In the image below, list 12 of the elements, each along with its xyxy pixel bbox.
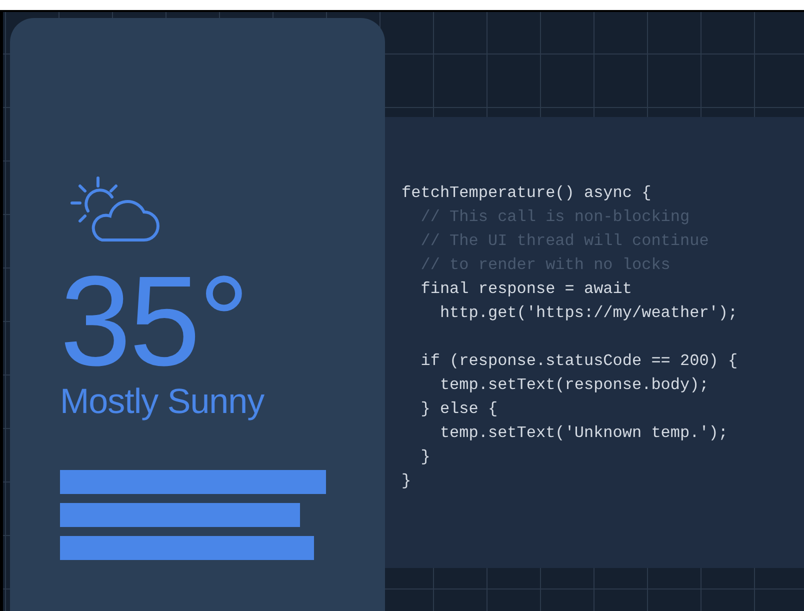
code-line: temp.setText('Unknown temp.');: [438, 423, 728, 444]
code-line: }: [402, 471, 412, 492]
code-line: } else {: [420, 399, 498, 420]
weather-condition: Mostly Sunny: [60, 381, 266, 423]
code-line: }: [420, 447, 430, 468]
code-line: final response = await: [420, 279, 632, 300]
partly-cloudy-icon: [70, 176, 160, 244]
code-line: http.get('https://my/weather');: [438, 303, 738, 324]
code-line: fetchTemperature() async {: [402, 183, 652, 204]
temperature: 35°: [60, 264, 248, 380]
code-line: temp.setText(response.body);: [438, 375, 709, 396]
code-line: if (response.statusCode == 200) {: [420, 351, 738, 372]
